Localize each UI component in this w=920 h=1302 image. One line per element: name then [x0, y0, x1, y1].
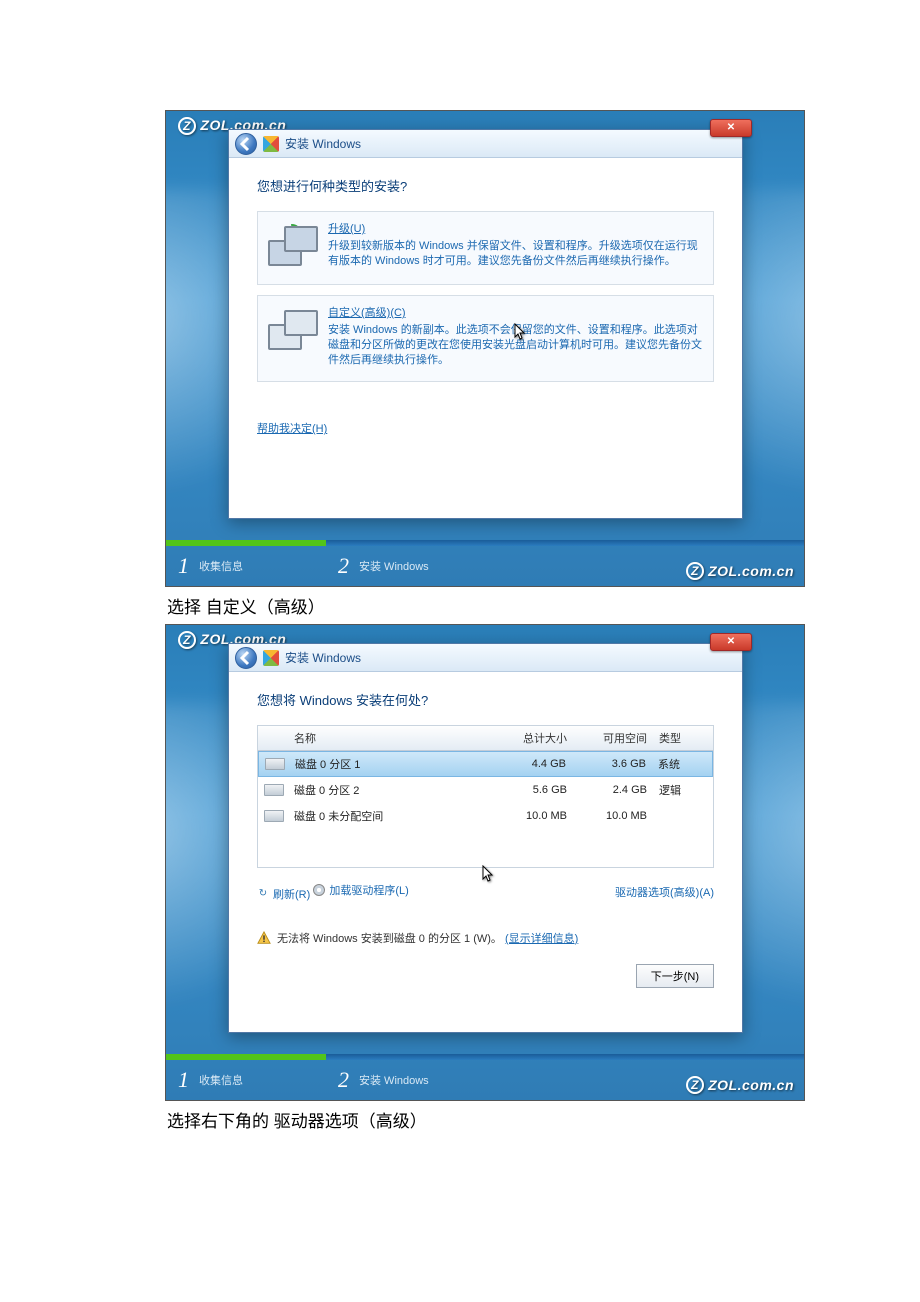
disc-icon: [313, 884, 325, 896]
dialog-title: 安装 Windows: [285, 135, 361, 152]
load-driver-link[interactable]: 加载驱动程序(L): [313, 882, 408, 898]
col-free: 可用空间: [573, 726, 653, 750]
col-total: 总计大小: [493, 726, 573, 750]
row-name: 磁盘 0 未分配空间: [288, 804, 493, 828]
mouse-cursor: [482, 865, 494, 883]
back-button[interactable]: [235, 133, 257, 155]
caption-2: 选择右下角的 驱动器选项（高级）: [167, 1107, 758, 1132]
table-header: 名称 总计大小 可用空间 类型: [258, 726, 713, 751]
dialog-title: 安装 Windows: [285, 649, 361, 666]
warning-row: 无法将 Windows 安装到磁盘 0 的分区 1 (W)。 (显示详细信息): [257, 930, 714, 946]
screenshot-1: Z ZOL.com.cn 安装 Windows ✕ 您想进行何种类型的安装? 升…: [165, 110, 805, 587]
page-heading: 您想进行何种类型的安装?: [257, 176, 714, 195]
drive-options-link[interactable]: 驱动器选项(高级)(A): [615, 882, 714, 902]
upgrade-icon: [268, 222, 316, 270]
disk-icon: [265, 758, 285, 770]
watermark-icon: Z: [178, 631, 196, 649]
col-name: 名称: [288, 726, 493, 750]
install-dialog: 安装 Windows ✕ 您想将 Windows 安装在何处? 名称 总计大小 …: [228, 643, 743, 1033]
disk-icon: [264, 784, 284, 796]
step-1: 1 收集信息: [166, 1067, 326, 1093]
warning-text: 无法将 Windows 安装到磁盘 0 的分区 1 (W)。: [277, 933, 502, 945]
windows-flag-icon: [263, 650, 279, 666]
watermark-icon: Z: [178, 117, 196, 135]
row-free: 10.0 MB: [573, 806, 653, 826]
windows-flag-icon: [263, 136, 279, 152]
install-dialog: 安装 Windows ✕ 您想进行何种类型的安装? 升级(U) 升级到较新版本的…: [228, 129, 743, 519]
disk-table: 名称 总计大小 可用空间 类型 磁盘 0 分区 14.4 GB3.6 GB系统磁…: [257, 725, 714, 868]
watermark-icon: Z: [686, 1076, 704, 1094]
show-detail-link[interactable]: (显示详细信息): [505, 933, 578, 945]
tool-row: ↻ 刷新(R) 加载驱动程序(L) 驱动器选项(高级)(A): [257, 882, 714, 906]
row-type: 系统: [652, 752, 712, 776]
col-type: 类型: [653, 726, 713, 750]
next-button[interactable]: 下一步(N): [636, 964, 714, 988]
row-free: 2.4 GB: [573, 780, 653, 800]
watermark-icon: Z: [686, 562, 704, 580]
page-heading: 您想将 Windows 安装在何处?: [257, 690, 714, 709]
row-total: 4.4 GB: [492, 754, 572, 774]
disk-icon: [264, 810, 284, 822]
title-bar: 安装 Windows ✕: [229, 130, 742, 158]
custom-title: 自定义(高级)(C): [328, 306, 406, 321]
table-row[interactable]: 磁盘 0 分区 25.6 GB2.4 GB逻辑: [258, 777, 713, 803]
step-1-label: 收集信息: [199, 1072, 243, 1088]
upgrade-title: 升级(U): [328, 222, 365, 237]
upgrade-desc: 升级到较新版本的 Windows 并保留文件、设置和程序。升级选项仅在运行现有版…: [328, 240, 698, 267]
row-total: 10.0 MB: [493, 806, 573, 826]
custom-option[interactable]: 自定义(高级)(C) 安装 Windows 的新副本。此选项不会保留您的文件、设…: [257, 295, 714, 382]
step-1: 1 收集信息: [166, 553, 326, 579]
row-type: [653, 812, 713, 820]
row-name: 磁盘 0 分区 2: [288, 778, 493, 802]
watermark-bottom: Z ZOL.com.cn: [686, 562, 794, 580]
close-button[interactable]: ✕: [710, 633, 752, 651]
row-type: 逻辑: [653, 778, 713, 802]
step-2-label: 安装 Windows: [359, 1072, 429, 1088]
watermark-bottom: Z ZOL.com.cn: [686, 1076, 794, 1094]
upgrade-option[interactable]: 升级(U) 升级到较新版本的 Windows 并保留文件、设置和程序。升级选项仅…: [257, 211, 714, 285]
title-bar: 安装 Windows ✕: [229, 644, 742, 672]
back-button[interactable]: [235, 647, 257, 669]
help-link[interactable]: 帮助我决定(H): [257, 420, 327, 436]
table-row[interactable]: 磁盘 0 分区 14.4 GB3.6 GB系统: [258, 751, 713, 777]
warning-icon: [257, 931, 271, 945]
row-free: 3.6 GB: [572, 754, 652, 774]
table-row[interactable]: 磁盘 0 未分配空间10.0 MB10.0 MB: [258, 803, 713, 829]
refresh-icon: ↻: [257, 888, 269, 900]
row-name: 磁盘 0 分区 1: [289, 752, 492, 776]
watermark-text: ZOL.com.cn: [708, 563, 794, 579]
close-button[interactable]: ✕: [710, 119, 752, 137]
step-2-label: 安装 Windows: [359, 558, 429, 574]
row-total: 5.6 GB: [493, 780, 573, 800]
screenshot-2: Z ZOL.com.cn 安装 Windows ✕ 您想将 Windows 安装…: [165, 624, 805, 1101]
refresh-link[interactable]: ↻ 刷新(R): [257, 886, 310, 902]
watermark-text: ZOL.com.cn: [708, 1077, 794, 1093]
step-2: 2 安装 Windows: [326, 553, 429, 579]
step-1-label: 收集信息: [199, 558, 243, 574]
caption-1: 选择 自定义（高级）: [167, 593, 758, 618]
custom-icon: [268, 306, 316, 354]
mouse-cursor: [514, 323, 526, 341]
step-2: 2 安装 Windows: [326, 1067, 429, 1093]
